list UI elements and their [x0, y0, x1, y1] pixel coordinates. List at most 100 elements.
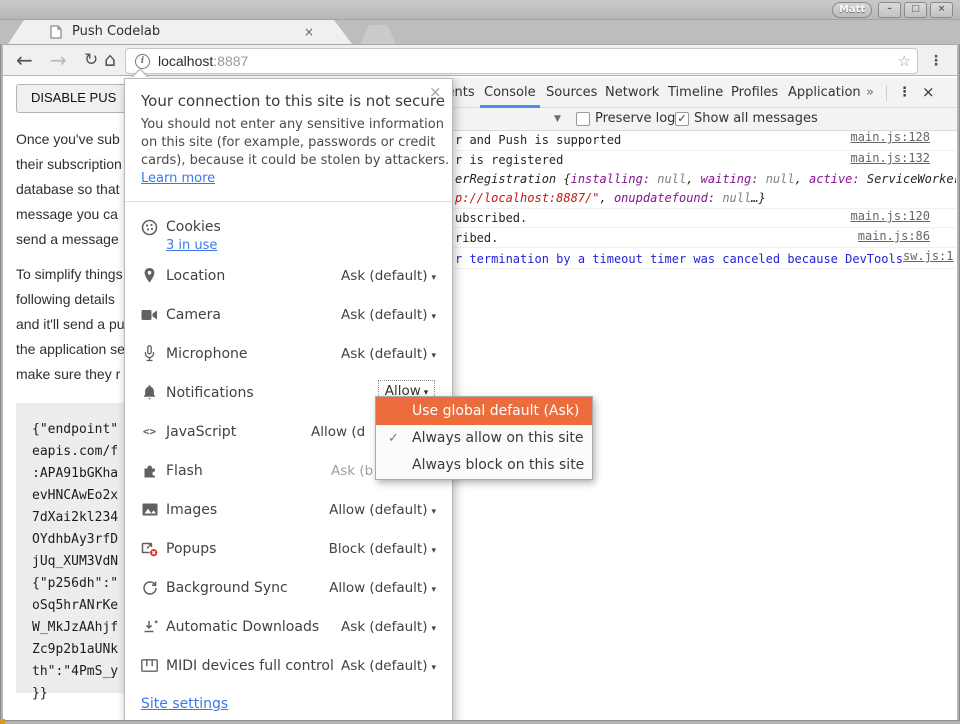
console-source-link[interactable]: main.js:86 [858, 229, 930, 243]
show-all-messages-label[interactable]: Show all messages [694, 108, 818, 130]
console-source-link[interactable]: main.js:128 [851, 130, 930, 144]
site-settings-link[interactable]: Site settings [141, 695, 228, 713]
puzzle-piece-icon [141, 462, 158, 479]
console-row: r termination by a timeout timer was can… [436, 249, 956, 269]
permission-row-location: Location Ask (default)▾ [125, 256, 452, 295]
tab-timeline[interactable]: Timeline [668, 78, 723, 107]
devtools-menu-icon[interactable]: ⋮ [898, 78, 911, 107]
permission-value-dropdown[interactable]: Ask (default)▾ [341, 619, 436, 635]
menu-item-always-allow[interactable]: ✓Always allow on this site [376, 425, 592, 452]
page-favicon [50, 25, 62, 39]
site-info-icon[interactable]: i [135, 54, 150, 69]
tab-profiles[interactable]: Profiles [731, 78, 778, 107]
window-frame-bottom [0, 720, 960, 724]
filter-dropdown-icon[interactable]: ▼ [554, 113, 561, 125]
permission-value-dropdown[interactable]: Allow (default)▾ [329, 580, 436, 596]
page-text-line: To simplify things [16, 264, 123, 284]
permission-label: Automatic Downloads [166, 619, 319, 635]
tab-console[interactable]: Console [484, 78, 536, 107]
console-source-link[interactable]: main.js:132 [851, 151, 930, 170]
code-line: {"endpoint" [32, 419, 118, 441]
permission-value-dropdown[interactable]: Ask (default)▾ [341, 658, 436, 674]
body-line: cards), because it could be stolen by at… [141, 152, 449, 170]
preview-text: p://localhost:8887/", onupdatefound: nul… [455, 189, 766, 208]
preview-text: erRegistration {installing: null, waitin… [455, 170, 956, 189]
cookies-in-use-link[interactable]: 3 in use [166, 238, 217, 254]
permission-label: Microphone [166, 346, 248, 362]
session-user-badge: Matt [832, 2, 872, 18]
code-line: W_MkJzAAhjf [32, 617, 118, 639]
preserve-log-checkbox[interactable] [576, 112, 590, 126]
permission-value-dropdown[interactable]: Allow (default)▾ [329, 502, 436, 518]
url-port: :8887 [213, 53, 248, 69]
show-all-messages-checkbox[interactable]: ✓ [675, 112, 689, 126]
flash-value-fragment[interactable]: Ask (b [331, 463, 373, 479]
body-line: You should not enter any sensitive infor… [141, 116, 449, 134]
chevron-down-icon: ▾ [431, 351, 436, 361]
browser-window: Matt – □ × Push Codelab × ← → ↻ ⌂ i loca… [0, 0, 960, 724]
permission-row-automatic-downloads: Automatic Downloads Ask (default)▾ [125, 607, 452, 646]
console-source-link[interactable]: sw.js:1 [903, 249, 954, 263]
popover-body: You should not enter any sensitive infor… [141, 116, 449, 188]
permission-label: Camera [166, 307, 221, 323]
page-text-line: message you ca [16, 204, 118, 224]
permission-row-images: Images Allow (default)▾ [125, 490, 452, 529]
devtools-close-icon[interactable]: × [922, 78, 935, 107]
javascript-icon: <> [141, 423, 158, 440]
code-line: 7dXai2kl234 [32, 507, 118, 529]
menu-item-use-global-default[interactable]: Use global default (Ask) [376, 397, 592, 425]
back-icon[interactable]: ← [16, 45, 33, 76]
code-line: jUq_XUM3VdN [32, 551, 118, 573]
console-source-link[interactable]: main.js:120 [851, 209, 930, 223]
tab-sources[interactable]: Sources [546, 78, 597, 107]
devtools-tabbar: Elements Console Sources Network Timelin… [436, 78, 957, 108]
tab-title: Push Codelab [72, 20, 160, 44]
console-row: r is registered main.js:132 [436, 151, 956, 170]
tab-application[interactable]: Application [788, 78, 861, 107]
preserve-log-label[interactable]: Preserve log [595, 108, 675, 130]
popover-separator [125, 201, 452, 202]
bookmark-star-icon[interactable]: ☆ [898, 52, 911, 70]
bell-icon [141, 384, 158, 401]
permission-value-dropdown[interactable]: Block (default)▾ [329, 541, 436, 557]
reload-icon[interactable]: ↻ [84, 45, 98, 76]
console-object-preview[interactable]: erRegistration {installing: null, waitin… [436, 170, 956, 189]
new-tab-button[interactable] [360, 25, 396, 44]
permission-row-background-sync: Background Sync Allow (default)▾ [125, 568, 452, 607]
permission-label: Flash [166, 463, 203, 479]
chevron-down-icon: ▾ [431, 273, 436, 283]
page-text-line: database so that [16, 179, 120, 199]
window-maximize-button[interactable]: □ [904, 2, 927, 18]
permission-value-dropdown[interactable]: Ask (default)▾ [341, 268, 436, 284]
menu-item-always-block[interactable]: Always block on this site [376, 452, 592, 479]
page-text-line: their subscription [16, 154, 122, 174]
sync-icon [141, 579, 158, 596]
window-minimize-button[interactable]: – [878, 2, 901, 18]
tab-push-codelab[interactable]: Push Codelab × [8, 20, 352, 44]
forward-icon[interactable]: → [50, 45, 67, 76]
popover-title: Your connection to this site is not secu… [141, 92, 445, 110]
url-host: localhost [158, 53, 213, 69]
disable-push-button[interactable]: DISABLE PUS [16, 84, 131, 113]
permission-row-popups: Popups Block (default)▾ [125, 529, 452, 568]
window-close-button[interactable]: × [930, 2, 953, 18]
code-line: eapis.com/f [32, 441, 118, 463]
browser-menu-icon[interactable]: ⋮ [929, 50, 943, 72]
home-icon[interactable]: ⌂ [104, 45, 116, 76]
permission-value-dropdown[interactable]: Ask (default)▾ [341, 346, 436, 362]
permission-label: Location [166, 268, 225, 284]
address-bar[interactable]: i localhost :8887 [125, 48, 918, 74]
permission-label: Popups [166, 541, 216, 557]
javascript-value-fragment[interactable]: Allow (d [311, 424, 365, 440]
more-tabs-icon[interactable]: » [866, 78, 874, 107]
tab-close-icon[interactable]: × [304, 20, 314, 44]
console-toolbar: ▼ Preserve log ✓ Show all messages [436, 108, 957, 131]
cookies-label: Cookies [166, 219, 221, 235]
checkmark-icon: ✓ [388, 425, 399, 452]
console-row: ubscribed. main.js:120 [436, 209, 956, 228]
window-resize-grip[interactable] [0, 719, 5, 724]
learn-more-link[interactable]: Learn more [141, 171, 215, 186]
permission-value-dropdown[interactable]: Ask (default)▾ [341, 307, 436, 323]
console-object-preview[interactable]: p://localhost:8887/", onupdatefound: nul… [436, 189, 956, 208]
tab-network[interactable]: Network [605, 78, 659, 107]
